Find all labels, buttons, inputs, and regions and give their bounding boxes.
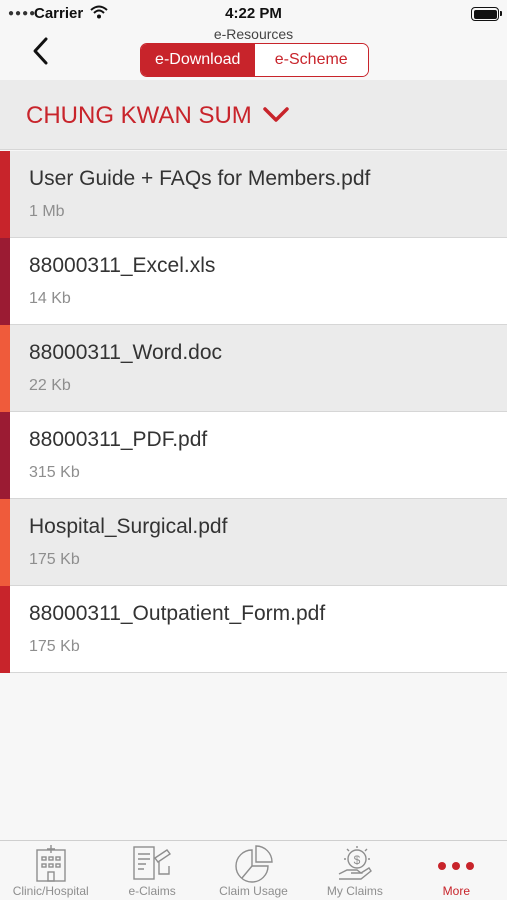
- tab-clinic-hospital[interactable]: Clinic/Hospital: [0, 841, 101, 900]
- file-size: 22 Kb: [29, 377, 71, 394]
- hospital-icon: [36, 845, 66, 882]
- row-accent-bar: [0, 151, 10, 238]
- segmented-control: e-Download e-Scheme: [140, 43, 369, 77]
- tab-e-claims[interactable]: e-Claims: [101, 841, 202, 900]
- file-row[interactable]: 88000311_Word.doc 22 Kb: [0, 325, 507, 412]
- clock: 4:22 PM: [225, 5, 282, 22]
- svg-text:$: $: [354, 853, 361, 867]
- claim-form-icon: [133, 846, 172, 880]
- pie-chart-icon: [234, 845, 273, 883]
- file-row[interactable]: User Guide + FAQs for Members.pdf 1 Mb: [0, 151, 507, 238]
- row-accent-bar: [0, 412, 10, 499]
- row-accent-bar: [0, 325, 10, 412]
- file-size: 14 Kb: [29, 290, 71, 307]
- row-accent-bar: [0, 238, 10, 325]
- status-bar: ●●●● Carrier 4:22 PM: [0, 0, 507, 26]
- nav-bar: e-Resources e-Download e-Scheme: [0, 26, 507, 80]
- tab-label: More: [442, 884, 470, 898]
- file-name: User Guide + FAQs for Members.pdf: [29, 167, 371, 190]
- tab-label: e-Claims: [128, 884, 176, 898]
- money-hand-icon: $: [338, 846, 372, 880]
- file-list: User Guide + FAQs for Members.pdf 1 Mb 8…: [0, 151, 507, 673]
- file-name: 88000311_PDF.pdf: [29, 428, 208, 451]
- file-row[interactable]: 88000311_Excel.xls 14 Kb: [0, 238, 507, 325]
- file-size: 175 Kb: [29, 638, 80, 655]
- file-size: 1 Mb: [29, 203, 65, 220]
- file-size: 315 Kb: [29, 464, 80, 481]
- file-size: 175 Kb: [29, 551, 80, 568]
- row-accent-bar: [0, 499, 10, 586]
- chevron-down-icon: [263, 107, 289, 122]
- member-name: CHUNG KWAN SUM: [26, 102, 252, 129]
- back-button[interactable]: [30, 36, 60, 70]
- more-dots-icon: [438, 862, 475, 870]
- segment-e-scheme[interactable]: e-Scheme: [254, 44, 368, 76]
- tab-label: My Claims: [326, 884, 383, 898]
- file-row[interactable]: 88000311_PDF.pdf 315 Kb: [0, 412, 507, 499]
- page-title: e-Resources: [213, 26, 294, 42]
- file-name: 88000311_Outpatient_Form.pdf: [29, 602, 326, 625]
- tab-more[interactable]: More: [406, 841, 507, 900]
- segment-e-download[interactable]: e-Download: [141, 44, 255, 76]
- tab-label: Claim Usage: [219, 884, 288, 898]
- tab-bar: Clinic/Hospital e-Claims Claim Usage $ M…: [0, 840, 507, 900]
- file-name: 88000311_Excel.xls: [29, 254, 216, 277]
- tab-claim-usage[interactable]: Claim Usage: [203, 841, 304, 900]
- tab-my-claims[interactable]: $ My Claims: [304, 841, 405, 900]
- tab-label: Clinic/Hospital: [12, 884, 89, 898]
- chevron-left-icon: [33, 37, 48, 65]
- battery-icon: [471, 7, 502, 21]
- file-row[interactable]: Hospital_Surgical.pdf 175 Kb: [0, 499, 507, 586]
- file-name: Hospital_Surgical.pdf: [29, 515, 228, 538]
- row-accent-bar: [0, 586, 10, 673]
- member-selector[interactable]: CHUNG KWAN SUM: [0, 80, 507, 150]
- file-name: 88000311_Word.doc: [29, 341, 223, 364]
- file-row[interactable]: 88000311_Outpatient_Form.pdf 175 Kb: [0, 586, 507, 673]
